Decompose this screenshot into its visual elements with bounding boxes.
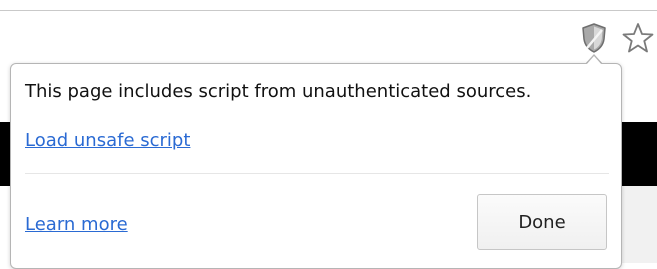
bubble-arrow-fill [586, 56, 602, 65]
bubble-message: This page includes script from unauthent… [25, 81, 532, 102]
shield-icon[interactable] [578, 20, 610, 56]
learn-more-link[interactable]: Learn more [25, 214, 128, 235]
star-icon[interactable] [621, 20, 654, 56]
bubble-divider [25, 173, 609, 174]
mixed-content-bubble: This page includes script from unauthent… [10, 63, 622, 269]
load-unsafe-script-link[interactable]: Load unsafe script [25, 130, 190, 151]
toolbar-edge [0, 10, 657, 11]
done-button[interactable]: Done [477, 194, 607, 250]
